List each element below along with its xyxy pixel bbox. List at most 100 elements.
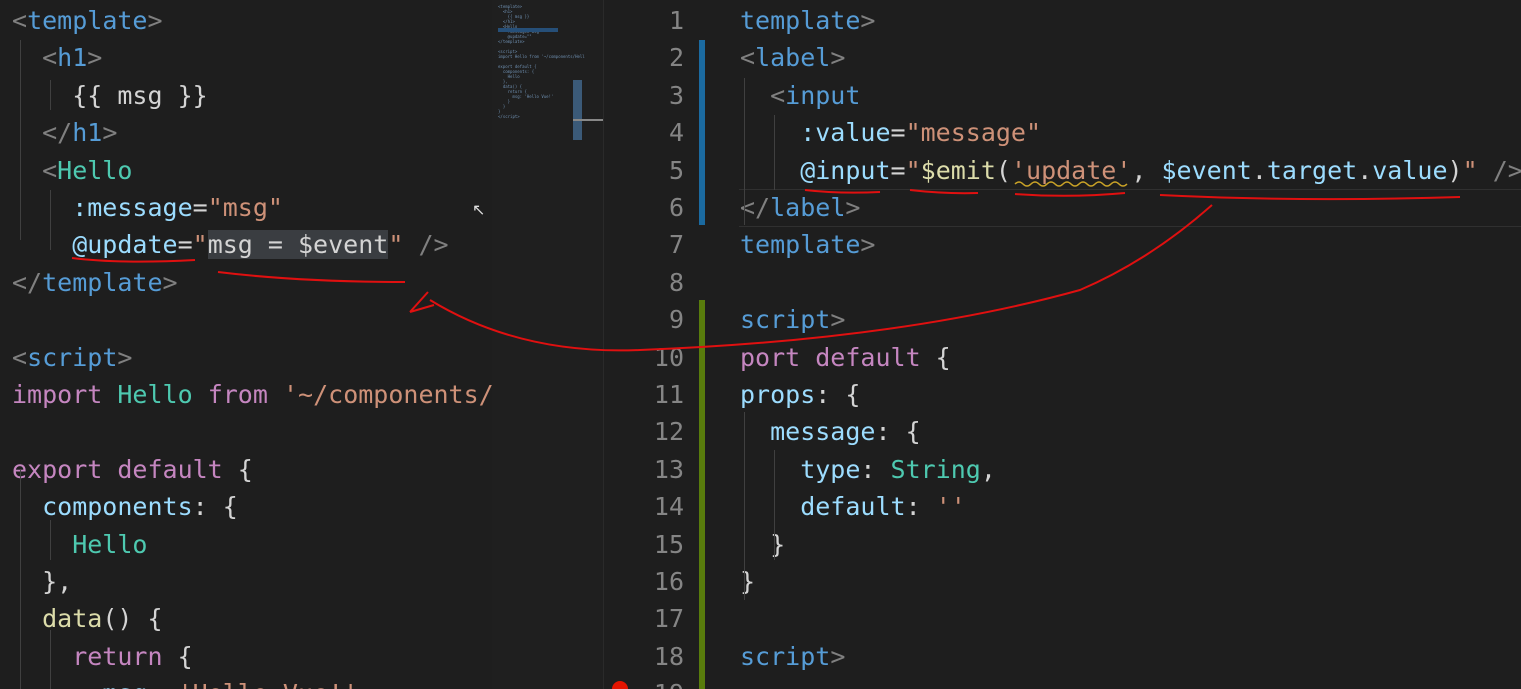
code-token: msg = $event	[207, 230, 389, 260]
indent-guide	[20, 40, 21, 240]
code-token: type	[740, 454, 861, 484]
code-token: : {	[875, 417, 921, 447]
line-number: 15	[653, 529, 684, 559]
code-token: :message	[12, 193, 193, 222]
code-token: .	[1357, 155, 1373, 185]
code-token: : {	[815, 380, 861, 409]
line-number: 17	[653, 604, 684, 634]
code-line[interactable]: script>	[740, 638, 845, 675]
code-token: export default	[12, 454, 223, 484]
code-line[interactable]: <input	[740, 77, 860, 114]
code-token: from	[207, 380, 268, 409]
line-number: 2	[668, 43, 684, 73]
code-token: script	[27, 342, 118, 372]
line-number: 7	[668, 230, 684, 260]
code-line[interactable]: }	[740, 563, 755, 600]
indent-guide	[50, 190, 51, 250]
code-line[interactable]: {{ msg }}	[12, 77, 208, 114]
minimap[interactable]: <template> <h1> {{ msg }} </h1> <Hello :…	[492, 0, 604, 689]
left-editor-pane[interactable]: <template> <h1> {{ msg }} </h1> <Hello :…	[0, 0, 492, 689]
code-line[interactable]: msg: 'Hello Vue!'	[12, 675, 358, 689]
code-token: port default	[740, 342, 921, 372]
code-token: <	[12, 155, 58, 185]
code-token: <	[12, 43, 58, 73]
code-token: script	[740, 641, 831, 671]
code-token: : {	[192, 492, 238, 522]
code-token: $event	[1161, 155, 1252, 185]
minimap-cursor-line	[573, 119, 603, 121]
code-line[interactable]: components: {	[12, 488, 238, 525]
line-number: 10	[653, 342, 684, 372]
code-line[interactable]: template>	[740, 2, 875, 39]
code-line[interactable]: <script>	[12, 339, 132, 376]
code-token: Hello	[117, 380, 193, 409]
code-line[interactable]: :value="message"	[740, 114, 1041, 151]
code-token: >	[102, 118, 118, 148]
line-number: 18	[653, 641, 684, 671]
code-line[interactable]: </template>	[12, 264, 178, 301]
code-token: }	[740, 567, 756, 596]
code-token: () {	[102, 604, 163, 634]
code-line[interactable]: import Hello from '~/components/H	[12, 376, 492, 413]
code-token: data	[12, 604, 103, 634]
code-token: :	[860, 454, 891, 484]
code-token: String	[890, 454, 981, 484]
code-token: <	[12, 342, 28, 372]
indent-guide	[50, 520, 51, 560]
code-line[interactable]: <template>	[12, 2, 163, 39]
code-token: "	[388, 230, 404, 260]
code-token: (	[995, 155, 1011, 185]
minimap-highlight	[498, 28, 558, 32]
code-line[interactable]: Hello	[12, 526, 147, 563]
code-line[interactable]: script>	[740, 301, 845, 338]
code-line[interactable]: },	[12, 563, 72, 600]
code-line[interactable]: :message="msg"	[12, 189, 283, 226]
code-token: {	[162, 641, 193, 671]
gutter-change-bar	[699, 450, 705, 689]
code-token: </	[12, 118, 73, 148]
indent-guide	[50, 80, 51, 110]
code-line[interactable]: message: {	[740, 413, 921, 450]
minimap-slider[interactable]	[573, 80, 582, 140]
code-token: >	[117, 342, 133, 372]
code-line[interactable]: data() {	[12, 600, 163, 637]
code-token: "	[192, 230, 208, 260]
code-token: '~/components/H	[282, 380, 492, 409]
code-line[interactable]: }	[740, 526, 785, 563]
code-line[interactable]: @update="msg = $event" />	[12, 226, 449, 263]
code-line[interactable]: <Hello	[12, 152, 132, 189]
code-token: >	[830, 305, 846, 335]
code-line[interactable]: </label>	[740, 189, 860, 226]
code-token: <	[740, 43, 756, 73]
code-token: <	[12, 6, 28, 35]
code-token: </	[12, 267, 43, 297]
code-token: "message"	[905, 118, 1042, 148]
code-token: input	[785, 80, 861, 110]
indent-guide	[744, 78, 745, 225]
code-line[interactable]: template>	[740, 226, 875, 263]
code-token: :	[905, 492, 936, 522]
code-token: {{ msg }}	[12, 80, 208, 110]
line-number: 16	[653, 567, 684, 596]
right-editor-pane[interactable]: 12345678910111213141516171819template><l…	[604, 0, 1521, 689]
code-token: >	[860, 230, 876, 260]
code-token: >	[830, 43, 846, 73]
code-line[interactable]: props: {	[740, 376, 860, 413]
code-token: :value	[740, 118, 891, 148]
code-token: target	[1266, 155, 1358, 185]
code-token: import	[12, 380, 103, 409]
gutter-change-bar	[699, 40, 705, 225]
code-line[interactable]: <h1>	[12, 39, 102, 76]
code-line[interactable]: <label>	[740, 39, 845, 76]
code-token: ''	[935, 492, 966, 522]
indent-guide	[744, 412, 745, 600]
code-line[interactable]: port default {	[740, 339, 951, 376]
code-line[interactable]: type: String,	[740, 451, 996, 488]
code-line[interactable]: export default {	[12, 451, 253, 488]
code-line[interactable]: </h1>	[12, 114, 117, 151]
code-line[interactable]: @input="$emit('update', $event.target.va…	[740, 152, 1521, 189]
code-line[interactable]: return {	[12, 638, 193, 675]
